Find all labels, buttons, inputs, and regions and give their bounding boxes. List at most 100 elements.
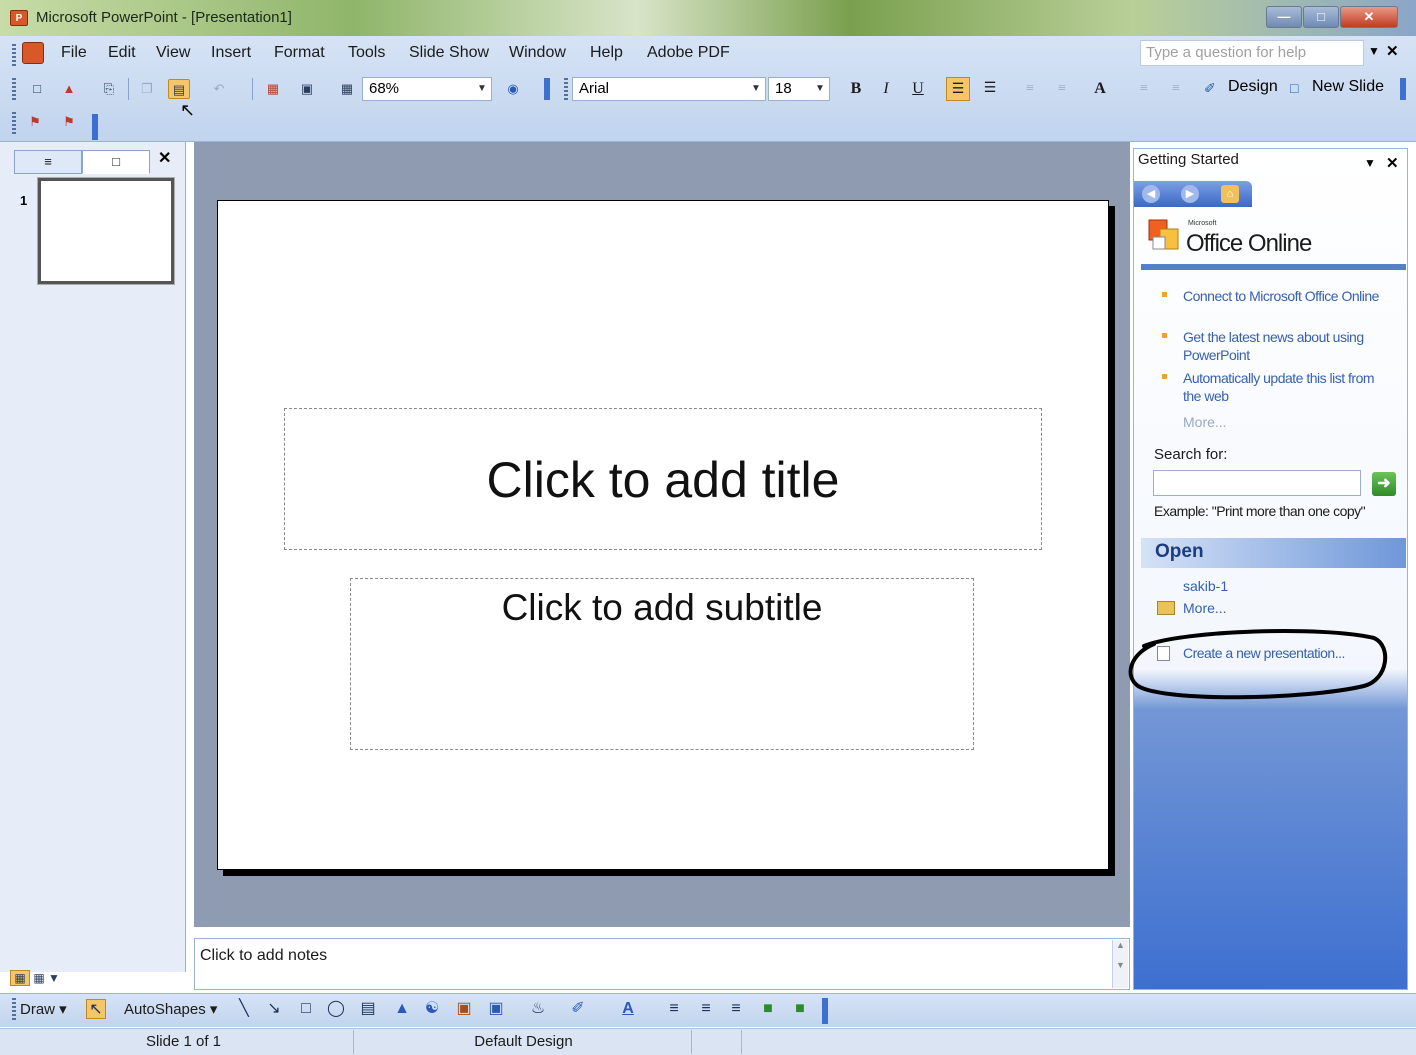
font-select[interactable]: Arial ▼	[572, 77, 766, 101]
italic-button[interactable]: I	[874, 77, 898, 101]
paste-icon[interactable]: ▤	[168, 79, 190, 99]
underline-button[interactable]: U	[906, 77, 930, 101]
open-more-link[interactable]: More...	[1183, 600, 1227, 616]
pdf-email-icon[interactable]: ⚑	[58, 112, 80, 132]
toolbar-options-icon[interactable]	[92, 114, 98, 140]
decrease-indent-icon[interactable]: ≡	[1132, 77, 1156, 101]
slide-show-icon[interactable]: ▼	[48, 971, 60, 985]
line-icon[interactable]: ╲	[234, 999, 254, 1019]
toolbar-options-icon[interactable]	[822, 998, 828, 1024]
document-icon[interactable]	[22, 42, 44, 64]
link-latest-news[interactable]: Get the latest news about using PowerPoi…	[1183, 328, 1398, 364]
close-pane-icon[interactable]: ✕	[158, 148, 171, 168]
clip-art-icon[interactable]: ▣	[454, 999, 474, 1019]
numbering-icon[interactable]: ≡	[1018, 77, 1042, 101]
help-search-input[interactable]: Type a question for help	[1140, 40, 1364, 66]
draw-menu[interactable]: Draw ▾	[20, 1000, 67, 1018]
align-left-icon[interactable]: ☰	[946, 77, 970, 101]
bullets-icon[interactable]: ≡	[1050, 77, 1074, 101]
menu-grip[interactable]	[12, 44, 16, 66]
title-placeholder[interactable]: Click to add title	[284, 408, 1042, 550]
insert-table-icon[interactable]: ▣	[296, 79, 318, 99]
slide-sorter-icon[interactable]: ▦	[33, 971, 44, 985]
notes-pane[interactable]: Click to add notes	[194, 938, 1130, 990]
arrow-icon[interactable]: ↘	[264, 999, 284, 1019]
chevron-down-icon[interactable]: ▼	[749, 80, 763, 98]
notes-scrollbar[interactable]: ▲ ▼	[1112, 940, 1128, 988]
subtitle-placeholder[interactable]: Click to add subtitle	[350, 578, 974, 750]
dash-style-icon[interactable]: ≡	[696, 999, 716, 1019]
menu-help[interactable]: Help	[590, 44, 623, 62]
link-auto-update[interactable]: Automatically update this list from the …	[1183, 369, 1383, 405]
menu-insert[interactable]: Insert	[211, 44, 251, 62]
toolbar-grip[interactable]	[12, 78, 16, 100]
menu-adobe-pdf[interactable]: Adobe PDF	[647, 44, 730, 62]
oval-icon[interactable]: ◯	[326, 999, 346, 1019]
menu-view[interactable]: View	[156, 44, 190, 62]
link-connect-office-online[interactable]: Connect to Microsoft Office Online	[1183, 287, 1393, 305]
toolbar-options-icon[interactable]	[544, 78, 550, 100]
diagram-icon[interactable]: ☯	[422, 999, 442, 1019]
toolbar-grip[interactable]	[564, 78, 568, 100]
font-color-icon[interactable]: A	[618, 999, 638, 1019]
open-icon[interactable]: ▲	[58, 79, 80, 99]
toolbar-grip[interactable]	[12, 112, 16, 134]
pdf-convert-icon[interactable]: ⚑	[24, 112, 46, 132]
picture-icon[interactable]: ▣	[486, 999, 506, 1019]
grow-font-button[interactable]: A	[1088, 77, 1112, 101]
slide-thumbnail[interactable]	[37, 177, 175, 285]
normal-view-icon[interactable]: ▦	[10, 970, 30, 986]
arrow-style-icon[interactable]: ≡	[726, 999, 746, 1019]
select-objects-icon[interactable]: ↖	[86, 999, 106, 1019]
close-button[interactable]: ✕	[1340, 6, 1398, 28]
task-pane-dropdown-icon[interactable]: ▼	[1364, 156, 1376, 170]
align-center-icon[interactable]: ☰	[978, 77, 1002, 101]
menu-window[interactable]: Window	[509, 44, 566, 62]
search-input[interactable]	[1153, 470, 1361, 496]
home-icon[interactable]: ⌂	[1221, 185, 1239, 203]
increase-indent-icon[interactable]: ≡	[1164, 77, 1188, 101]
menu-file[interactable]: File	[61, 44, 87, 62]
line-color-icon[interactable]: ✐	[568, 999, 588, 1019]
task-pane-title[interactable]: Getting Started	[1138, 151, 1239, 168]
line-style-icon[interactable]: ≡	[664, 999, 684, 1019]
tab-slides[interactable]: □	[82, 150, 150, 174]
search-go-button[interactable]: ➜	[1372, 472, 1396, 496]
autoshapes-menu[interactable]: AutoShapes ▾	[124, 1000, 217, 1018]
minimize-button[interactable]: —	[1266, 6, 1302, 28]
insert-chart-icon[interactable]: ▦	[262, 79, 284, 99]
chevron-down-icon[interactable]: ▼	[813, 80, 827, 98]
3d-icon[interactable]: ■	[790, 999, 810, 1019]
close-doc-icon[interactable]: ✕	[1386, 42, 1399, 60]
more-link[interactable]: More...	[1183, 414, 1227, 430]
text-box-icon[interactable]: ▤	[358, 999, 378, 1019]
menu-edit[interactable]: Edit	[108, 44, 136, 62]
design-button[interactable]: Design	[1228, 78, 1278, 96]
bold-button[interactable]: B	[844, 77, 868, 101]
maximize-button[interactable]: □	[1303, 6, 1339, 28]
font-size-select[interactable]: 18 ▼	[768, 77, 830, 101]
zoom-select[interactable]: 68% ▼	[362, 77, 492, 101]
menu-tools[interactable]: Tools	[348, 44, 385, 62]
close-task-pane-icon[interactable]: ✕	[1386, 154, 1399, 172]
undo-icon[interactable]: ↶	[208, 79, 230, 99]
fill-color-icon[interactable]: ♨	[528, 999, 548, 1019]
back-icon[interactable]: ◀	[1142, 185, 1160, 203]
rectangle-icon[interactable]: □	[296, 999, 316, 1019]
new-icon[interactable]: □	[26, 79, 48, 99]
new-slide-button[interactable]: New Slide	[1312, 78, 1384, 96]
wordart-icon[interactable]: ▲	[392, 999, 412, 1019]
print-icon[interactable]: ⎘	[98, 79, 120, 99]
shadow-icon[interactable]: ■	[758, 999, 778, 1019]
recent-file-link[interactable]: sakib-1	[1183, 578, 1228, 594]
tab-outline[interactable]: ≡	[14, 150, 82, 174]
copy-icon[interactable]: ❐	[136, 79, 158, 99]
chevron-down-icon[interactable]: ▼	[475, 80, 489, 98]
menu-format[interactable]: Format	[274, 44, 325, 62]
toolbar-options-icon[interactable]	[1400, 78, 1406, 100]
help-dropdown-icon[interactable]: ▼	[1368, 44, 1380, 58]
forward-icon[interactable]: ▶	[1181, 185, 1199, 203]
help-icon[interactable]: ◉	[502, 79, 524, 99]
menu-slide-show[interactable]: Slide Show	[409, 44, 489, 62]
toolbar-grip[interactable]	[12, 998, 16, 1020]
